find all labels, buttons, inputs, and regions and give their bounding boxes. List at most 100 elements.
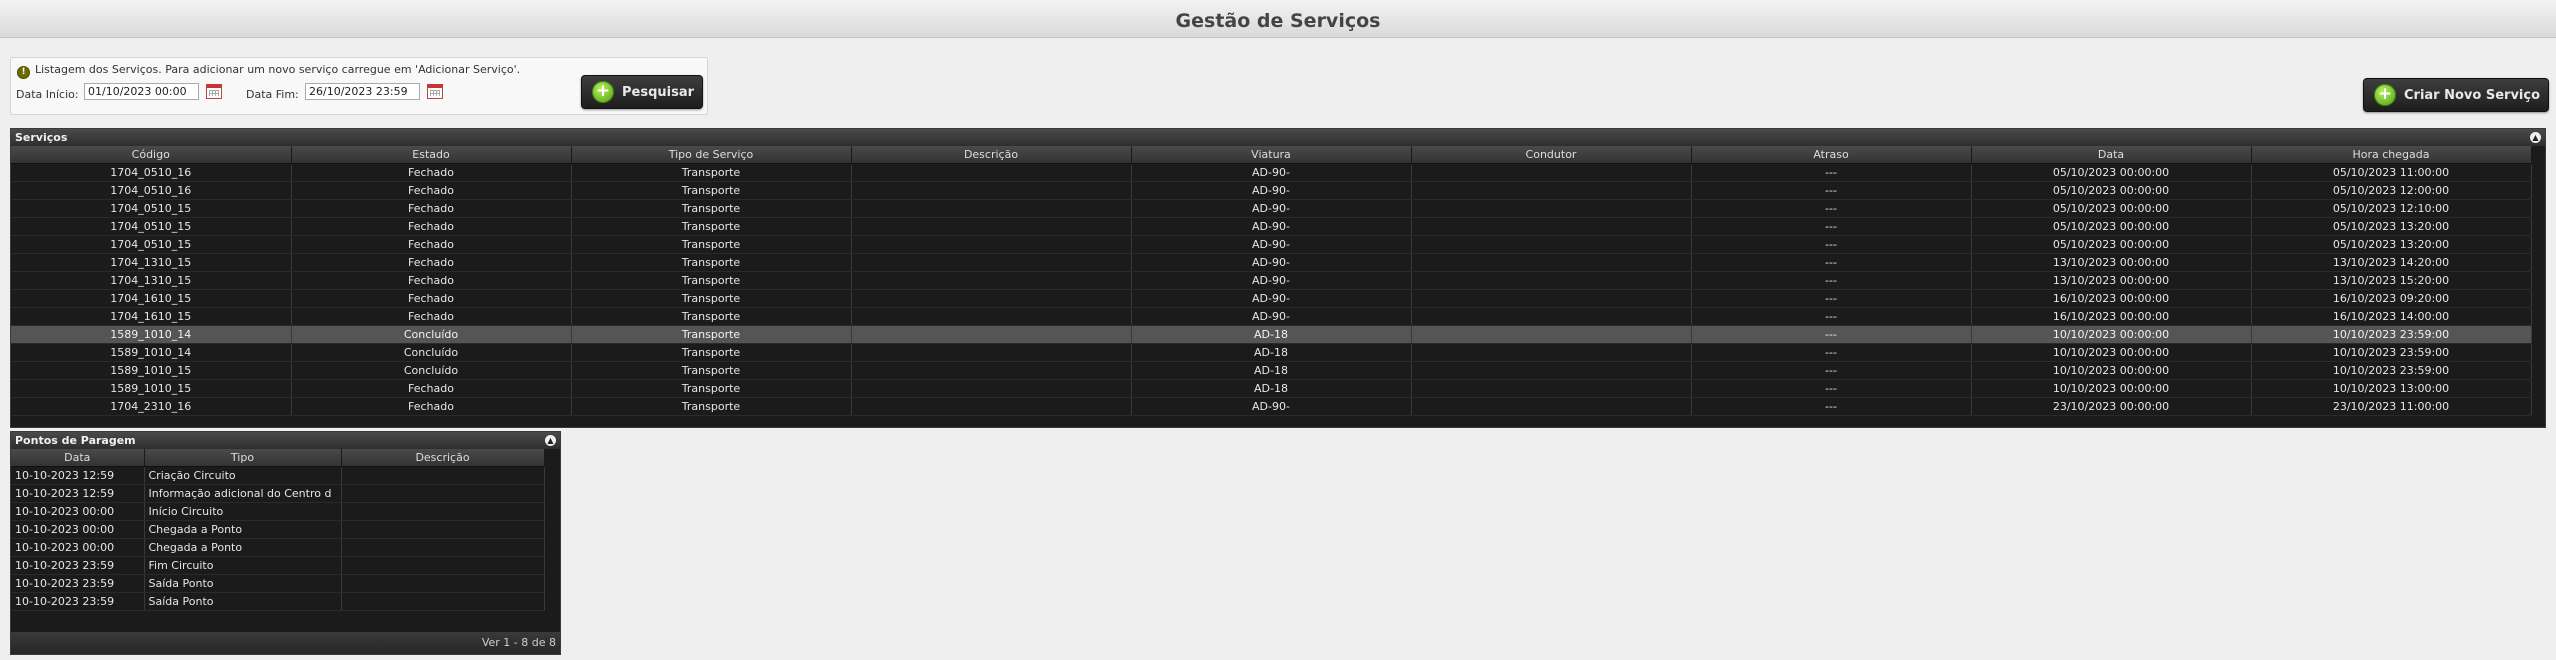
table-cell: 05/10/2023 12:10:00: [2251, 199, 2532, 218]
table-cell: AD-90-: [1131, 199, 1412, 218]
table-row[interactable]: 10-10-2023 23:59 Fim Circuito: [11, 556, 545, 575]
collapse-icon[interactable]: ▲: [2530, 132, 2541, 143]
table-cell: Fechado: [291, 397, 572, 416]
table-row[interactable]: 1704_0510_15 Fechado Transporte AD-90- --- 05…: [11, 217, 2532, 236]
services-column-header[interactable]: Tipo de Serviço: [571, 146, 852, 164]
table-cell: [851, 361, 1132, 380]
table-cell: 05/10/2023 00:00:00: [1971, 199, 2252, 218]
table-row[interactable]: 10-10-2023 12:59 Criação Circuito: [11, 466, 545, 485]
table-cell: ---: [1691, 361, 1972, 380]
table-row[interactable]: 10-10-2023 12:59 Informação adicional do …: [11, 484, 545, 503]
table-cell: ---: [1691, 397, 1972, 416]
table-cell: Transporte: [571, 235, 852, 254]
services-column-header[interactable]: Código: [11, 146, 292, 164]
table-cell: AD-18: [1131, 361, 1412, 380]
table-cell: Criação Circuito: [144, 466, 342, 485]
table-cell: 10-10-2023 23:59: [11, 556, 145, 575]
table-cell: [1411, 289, 1692, 308]
table-cell: 1704_1310_15: [11, 271, 292, 290]
table-cell: [851, 217, 1132, 236]
pagination-info: Ver 1 - 8 de 8: [11, 632, 560, 654]
table-row[interactable]: 1704_0510_15 Fechado Transporte AD-90- --- 05…: [11, 199, 2532, 218]
calendar-icon[interactable]: [206, 84, 222, 99]
table-cell: [341, 574, 545, 593]
table-cell: [851, 289, 1132, 308]
table-cell: AD-90-: [1131, 271, 1412, 290]
services-column-header[interactable]: Viatura: [1131, 146, 1412, 164]
table-cell: 1704_0510_16: [11, 181, 292, 200]
table-cell: ---: [1691, 253, 1972, 272]
table-cell: [851, 343, 1132, 362]
services-column-header[interactable]: Descrição: [851, 146, 1132, 164]
table-row[interactable]: 1589_1010_14 Concluído Transporte AD-18 --- 1…: [11, 325, 2532, 344]
table-cell: [1411, 325, 1692, 344]
table-cell: Concluído: [291, 361, 572, 380]
table-cell: Fechado: [291, 307, 572, 326]
table-cell: Saída Ponto: [144, 574, 342, 593]
collapse-icon[interactable]: ▲: [545, 435, 556, 446]
create-service-button[interactable]: + Criar Novo Serviço: [2363, 78, 2549, 112]
table-cell: 1704_0510_16: [11, 163, 292, 182]
services-column-header[interactable]: Condutor: [1411, 146, 1692, 164]
table-cell: Chegada a Ponto: [144, 520, 342, 539]
table-cell: AD-90-: [1131, 217, 1412, 236]
table-row[interactable]: 1704_1310_15 Fechado Transporte AD-90- --- 13…: [11, 271, 2532, 290]
table-cell: 16/10/2023 00:00:00: [1971, 307, 2252, 326]
stops-table: Data Tipo Descrição 10-10-2023 12:59 Criaçã…: [11, 449, 545, 611]
stops-column-header[interactable]: Tipo: [144, 449, 342, 467]
table-row[interactable]: 1589_1010_15 Concluído Transporte AD-18 --- 1…: [11, 361, 2532, 380]
table-cell: Concluído: [291, 325, 572, 344]
table-cell: [341, 538, 545, 557]
table-row[interactable]: 10-10-2023 23:59 Saída Ponto: [11, 592, 545, 611]
table-cell: 05/10/2023 12:00:00: [2251, 181, 2532, 200]
table-cell: Transporte: [571, 343, 852, 362]
table-cell: 05/10/2023 13:20:00: [2251, 235, 2532, 254]
table-row[interactable]: 1704_1310_15 Fechado Transporte AD-90- --- 13…: [11, 253, 2532, 272]
table-cell: 10/10/2023 23:59:00: [2251, 343, 2532, 362]
services-column-header[interactable]: Data: [1971, 146, 2252, 164]
table-cell: 10-10-2023 23:59: [11, 592, 145, 611]
start-date-input[interactable]: [84, 83, 199, 100]
table-cell: [1411, 307, 1692, 326]
table-cell: [341, 520, 545, 539]
calendar-icon[interactable]: [427, 84, 443, 99]
table-cell: ---: [1691, 307, 1972, 326]
table-row[interactable]: 10-10-2023 00:00 Início Circuito: [11, 502, 545, 521]
table-row[interactable]: 1704_1610_15 Fechado Transporte AD-90- --- 16…: [11, 289, 2532, 308]
table-row[interactable]: 10-10-2023 00:00 Chegada a Ponto: [11, 520, 545, 539]
table-cell: AD-18: [1131, 325, 1412, 344]
table-row[interactable]: 1704_1610_15 Fechado Transporte AD-90- --- 16…: [11, 307, 2532, 326]
table-row[interactable]: 1704_0510_15 Fechado Transporte AD-90- --- 05…: [11, 235, 2532, 254]
table-cell: Transporte: [571, 181, 852, 200]
end-date-input[interactable]: [305, 83, 420, 100]
services-column-header[interactable]: Atraso: [1691, 146, 1972, 164]
table-cell: Transporte: [571, 325, 852, 344]
services-column-header[interactable]: Estado: [291, 146, 572, 164]
table-row[interactable]: 1704_0510_16 Fechado Transporte AD-90- --- 05…: [11, 163, 2532, 182]
table-cell: AD-90-: [1131, 397, 1412, 416]
table-row[interactable]: 1704_2310_16 Fechado Transporte AD-90- --- 23…: [11, 397, 2532, 416]
table-row[interactable]: 10-10-2023 23:59 Saída Ponto: [11, 574, 545, 593]
table-cell: [1411, 235, 1692, 254]
table-row[interactable]: 1589_1010_15 Fechado Transporte AD-18 --- 10/…: [11, 379, 2532, 398]
table-cell: [341, 556, 545, 575]
stops-column-header[interactable]: Data: [11, 449, 145, 467]
table-cell: [1411, 199, 1692, 218]
info-icon: !: [17, 66, 30, 79]
table-cell: ---: [1691, 325, 1972, 344]
table-cell: 1704_1310_15: [11, 253, 292, 272]
services-column-header[interactable]: Hora chegada: [2251, 146, 2532, 164]
table-row[interactable]: 1589_1010_14 Concluído Transporte AD-18 --- 1…: [11, 343, 2532, 362]
table-row[interactable]: 10-10-2023 00:00 Chegada a Ponto: [11, 538, 545, 557]
create-service-label: Criar Novo Serviço: [2404, 87, 2541, 103]
table-cell: [851, 397, 1132, 416]
search-button[interactable]: + Pesquisar: [581, 75, 703, 109]
table-cell: 10-10-2023 00:00: [11, 502, 145, 521]
table-cell: [851, 181, 1132, 200]
stops-column-header[interactable]: Descrição: [341, 449, 545, 467]
table-cell: [1411, 253, 1692, 272]
table-cell: AD-18: [1131, 343, 1412, 362]
table-cell: 10-10-2023 00:00: [11, 520, 145, 539]
table-row[interactable]: 1704_0510_16 Fechado Transporte AD-90- --- 05…: [11, 181, 2532, 200]
table-cell: 1704_0510_15: [11, 217, 292, 236]
